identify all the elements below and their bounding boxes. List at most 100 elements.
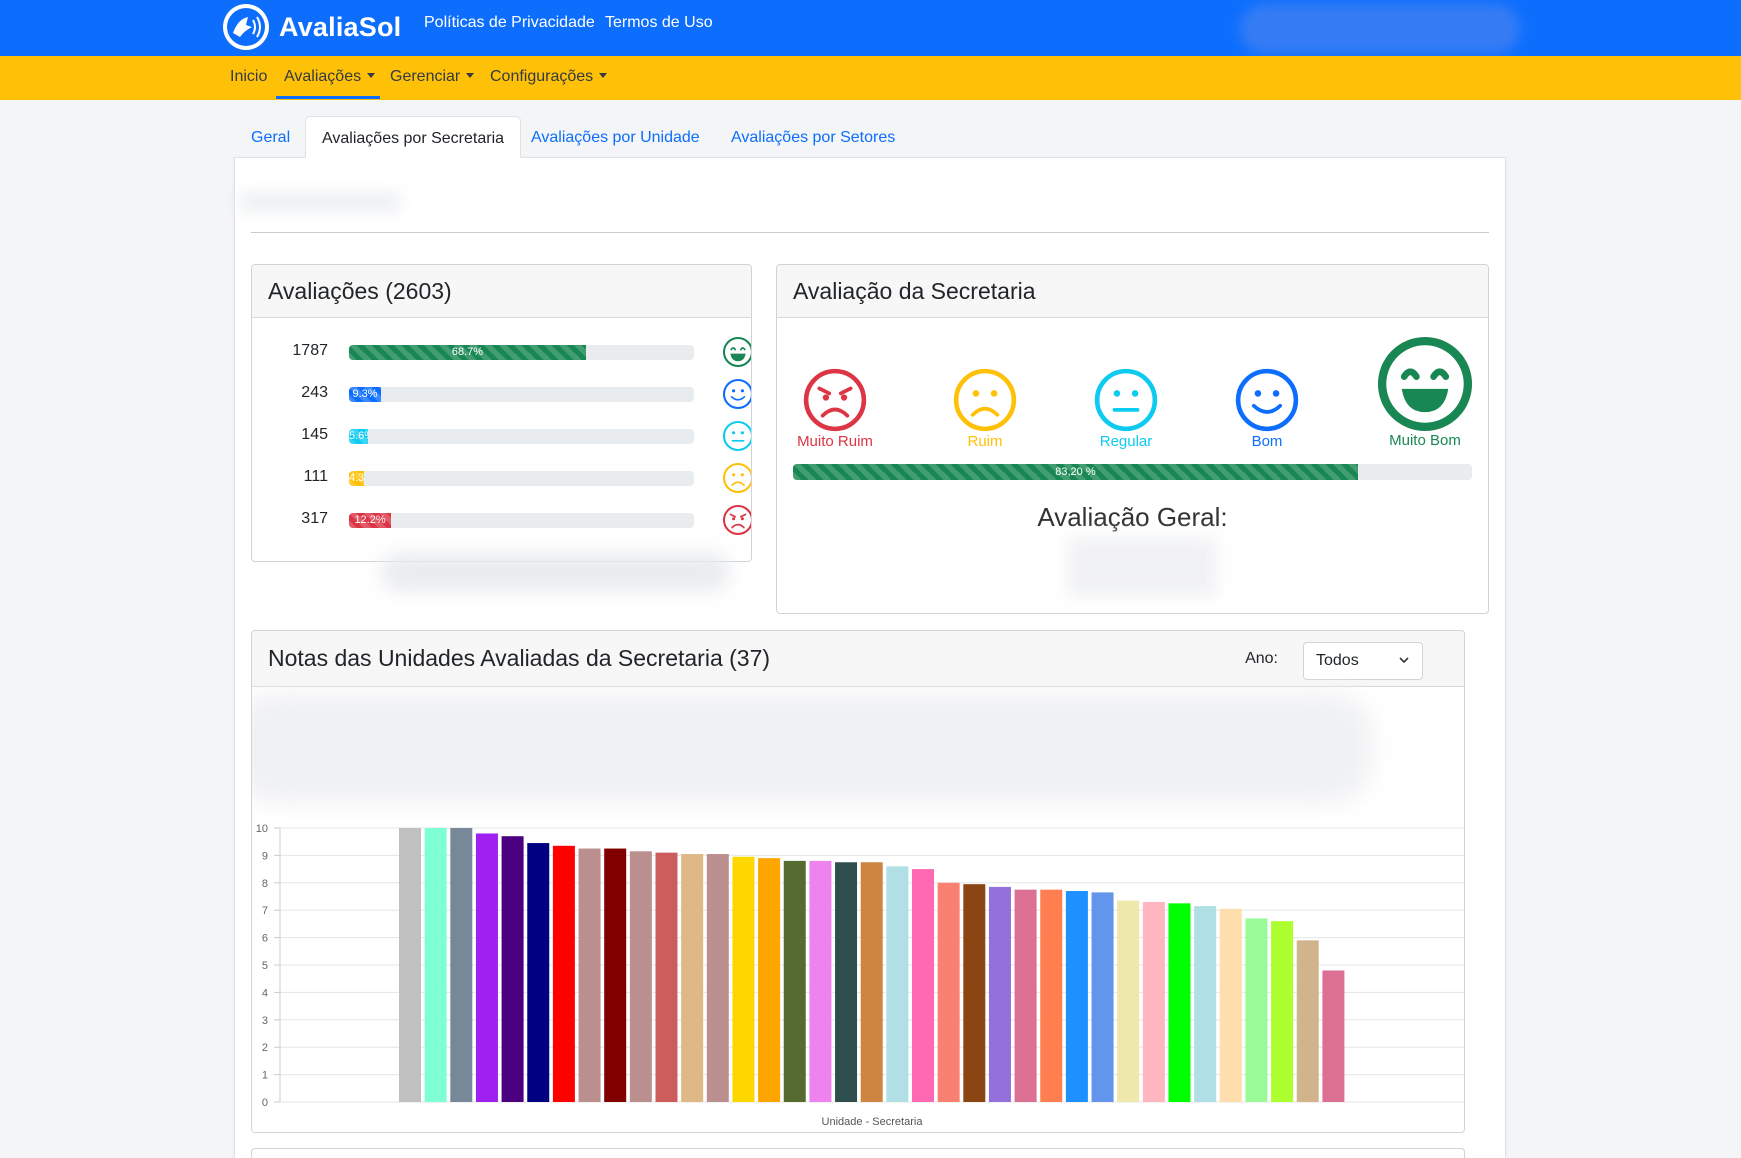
y-tick-label: 9 <box>262 850 268 862</box>
y-tick-label: 2 <box>262 1042 268 1054</box>
face-option[interactable]: Muito Ruim <box>777 367 895 450</box>
face-label: Ruim <box>967 433 1003 450</box>
bar <box>937 882 960 1102</box>
bar <box>527 843 550 1102</box>
bar <box>758 858 781 1102</box>
face-option[interactable]: Bom <box>1207 367 1327 450</box>
tab-label: Avaliações por Unidade <box>531 129 700 146</box>
y-tick-label: 6 <box>262 933 268 945</box>
bar <box>578 848 601 1102</box>
x-axis-label: Unidade - Secretaria <box>822 1116 924 1128</box>
angry-face-icon <box>722 504 751 536</box>
rating-progress: 9.3% <box>349 387 694 402</box>
main-menu: Inicio Avaliações Gerenciar Configuraçõe… <box>0 56 1741 100</box>
bar <box>860 862 883 1102</box>
rating-progress-fill: 5.6% <box>349 429 369 444</box>
bar <box>1040 889 1063 1102</box>
menu-active-indicator <box>276 96 380 99</box>
bar <box>783 860 806 1102</box>
bar <box>501 836 524 1102</box>
notas-card: Notas das Unidades Avaliadas da Secretar… <box>251 630 1465 1133</box>
y-tick-label: 3 <box>262 1015 268 1027</box>
frown-face-icon <box>722 462 751 494</box>
face-label: Muito Ruim <box>797 433 873 450</box>
brand[interactable]: AvaliaSol <box>222 2 401 52</box>
face-option[interactable]: Muito Bom <box>1365 335 1485 449</box>
bar <box>424 828 447 1102</box>
rating-progress-fill: 4.3% <box>349 471 364 486</box>
secretaria-progress-fill: 83,20 % <box>793 464 1358 480</box>
rating-progress: 4.3% <box>349 471 694 486</box>
menu-item-inicio[interactable]: Inicio <box>230 68 267 86</box>
tab-avaliacoes-por-setores[interactable]: Avaliações por Setores <box>715 116 911 158</box>
y-tick-label: 5 <box>262 960 268 972</box>
bar <box>1322 970 1345 1102</box>
tab-avaliacoes-por-unidade[interactable]: Avaliações por Unidade <box>515 116 716 158</box>
rating-count: 145 <box>301 426 328 443</box>
secretaria-card-header: Avaliação da Secretaria <box>777 265 1488 318</box>
tab-label: Avaliações por Secretaria <box>322 130 505 147</box>
bar <box>1271 921 1294 1102</box>
smile-face-icon <box>722 378 751 410</box>
brand-name: AvaliaSol <box>279 11 402 42</box>
tab-avaliacoes-por-secretaria[interactable]: Avaliações por Secretaria <box>305 116 522 158</box>
rating-count: 1787 <box>292 342 328 359</box>
secretaria-name-redacted <box>240 192 400 212</box>
rating-count: 111 <box>303 468 328 485</box>
caret-down-icon <box>599 73 608 78</box>
bar <box>732 856 755 1102</box>
bar <box>681 854 704 1102</box>
secretaria-title: Avaliação da Secretaria <box>793 277 1036 304</box>
avaliacoes-card-header: Avaliações (2603) <box>252 265 751 318</box>
face-option[interactable]: Regular <box>1066 367 1186 450</box>
next-card <box>251 1148 1465 1158</box>
bar <box>963 884 986 1102</box>
rating-progress-fill: 68.7% <box>349 345 586 360</box>
menu-item-avaliacoes[interactable]: Avaliações <box>284 68 376 86</box>
avaliacao-geral-redacted <box>1067 537 1217 597</box>
bar <box>912 869 934 1102</box>
rating-row: 111 4.3% <box>252 461 751 495</box>
bar <box>1219 908 1242 1102</box>
notas-bar-chart: 0 1 2 3 4 5 6 7 8 9 10 Unidade - Secretaria <box>256 823 1464 1128</box>
y-tick-label: 10 <box>256 823 268 835</box>
bar <box>475 833 498 1102</box>
neutral-face-icon <box>1094 368 1158 432</box>
logo-icon <box>223 4 269 50</box>
top-navbar: AvaliaSol Políticas de Privacidade Termo… <box>0 0 1741 56</box>
y-tick-label: 7 <box>262 905 268 917</box>
rating-progress: 68.7% <box>349 345 694 360</box>
terms-of-use-link[interactable]: Termos de Uso <box>605 14 713 32</box>
grin-face-icon <box>1377 336 1473 432</box>
user-area-redacted <box>1240 4 1520 54</box>
menu-item-configuracoes[interactable]: Configurações <box>490 68 608 86</box>
bar <box>886 866 909 1102</box>
rating-progress: 5.6% <box>349 429 694 444</box>
bar <box>706 854 729 1102</box>
bar <box>1117 900 1140 1102</box>
menu-item-gerenciar[interactable]: Gerenciar <box>390 68 475 86</box>
caret-down-icon <box>466 73 475 78</box>
bar <box>450 828 473 1102</box>
bar <box>629 851 652 1102</box>
rating-row: 243 9.3% <box>252 377 751 411</box>
face-label: Regular <box>1099 433 1153 450</box>
y-tick-label: 0 <box>262 1097 268 1109</box>
avaliacoes-title: Avaliações (2603) <box>268 277 452 304</box>
rating-progress: 12.2% <box>349 513 694 528</box>
face-option[interactable]: Ruim <box>925 367 1045 450</box>
bar <box>1194 906 1217 1102</box>
neutral-face-icon <box>722 420 751 452</box>
secretaria-progress: 83,20 % <box>793 464 1472 480</box>
bar <box>604 848 627 1102</box>
bar <box>835 862 858 1102</box>
tab-geral[interactable]: Geral <box>235 116 306 158</box>
tab-label: Avaliações por Setores <box>731 129 896 146</box>
caret-down-icon <box>367 73 376 78</box>
bar <box>1296 940 1319 1102</box>
privacy-policy-link[interactable]: Políticas de Privacidade <box>424 14 595 32</box>
menu-item-label: Inicio <box>230 68 268 85</box>
bar <box>809 860 832 1102</box>
bar <box>1142 901 1165 1102</box>
secretaria-card: Avaliação da Secretaria Muito Ruim Ruim … <box>776 264 1489 614</box>
